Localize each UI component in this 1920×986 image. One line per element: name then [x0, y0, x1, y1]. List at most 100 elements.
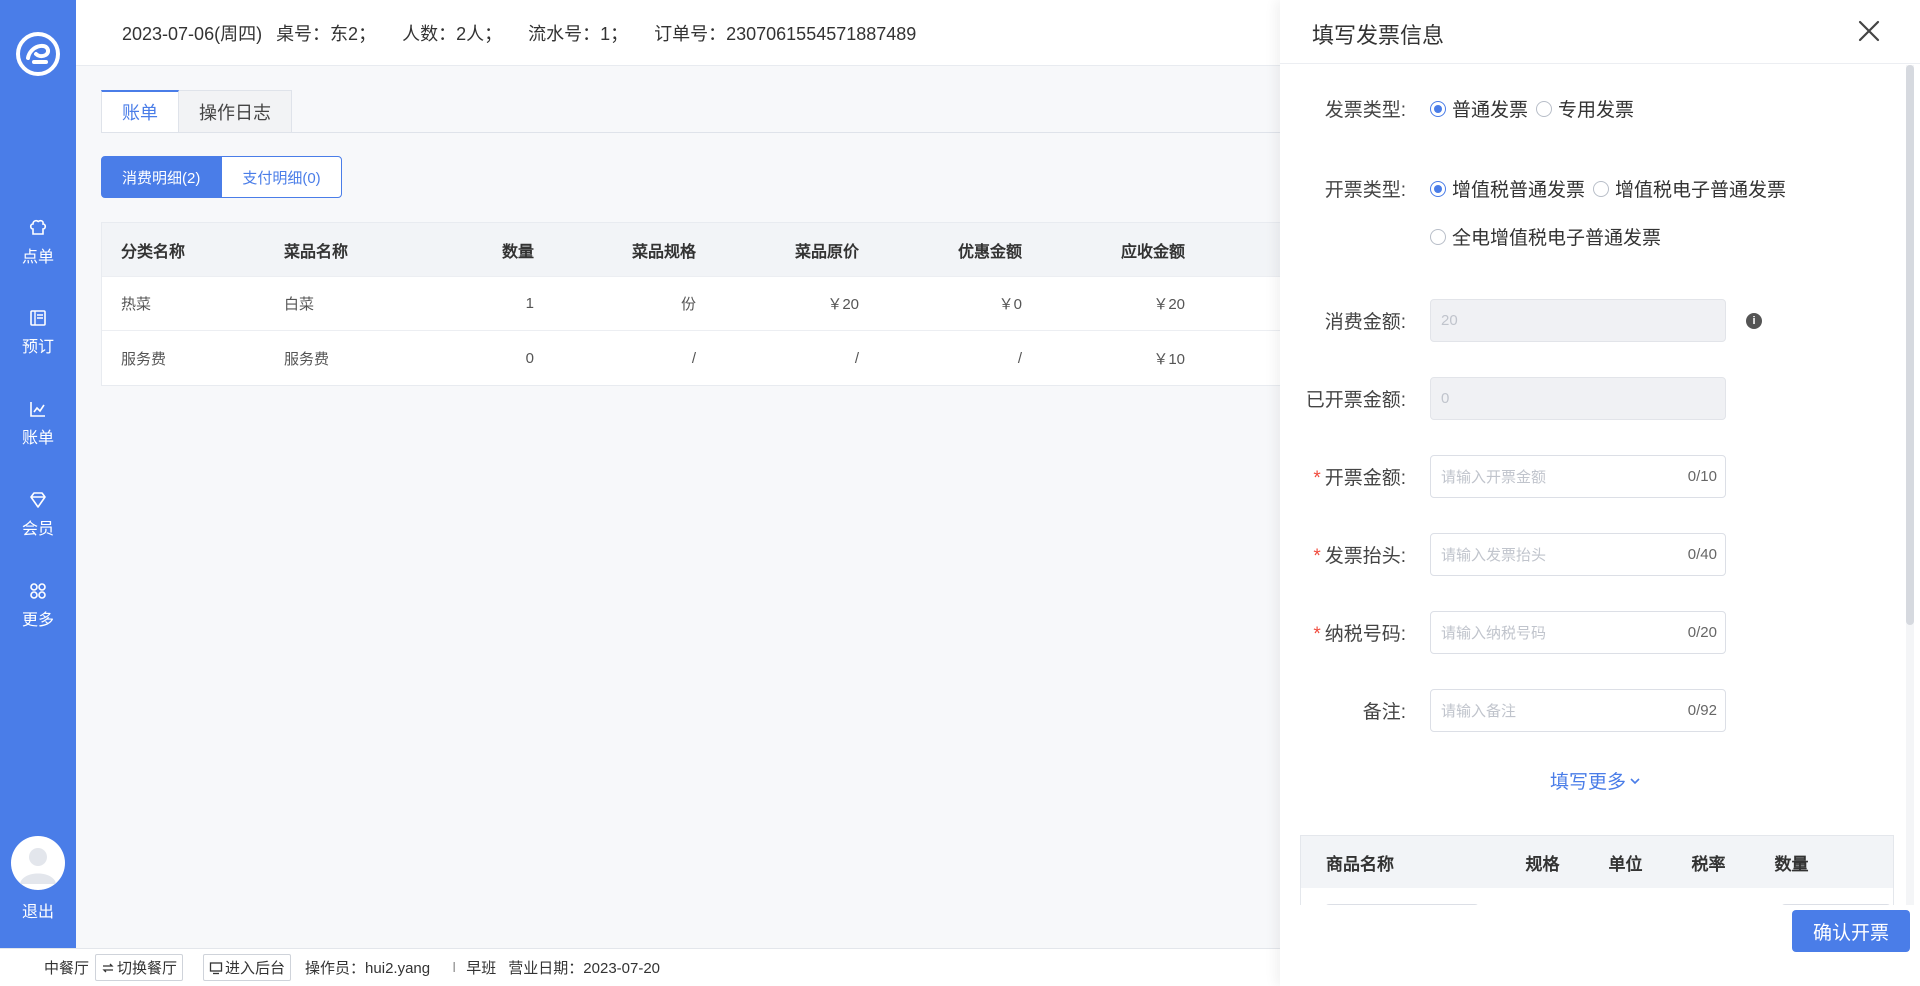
radio-vat-electronic[interactable]: 增值税电子普通发票: [1593, 175, 1786, 202]
fill-more-link[interactable]: 填写更多: [1550, 767, 1642, 794]
invoice-title-row: * 发票抬头: 请输入发票抬头 0/40: [1280, 533, 1900, 576]
invoiced-amount-row: 已开票金额: 0: [1280, 377, 1900, 420]
input-placeholder: 请输入纳税号码: [1441, 625, 1547, 642]
table-cell: /: [854, 349, 859, 367]
sidebar-item-label: 账单: [21, 429, 54, 447]
chevron-down-icon: [1630, 777, 1640, 784]
invoice-type-label: 发票类型:: [1324, 100, 1406, 121]
column-header: 商品名称: [1326, 854, 1394, 874]
consume-amount-field: 20: [1430, 299, 1726, 342]
char-counter: 0/20: [1687, 624, 1717, 641]
invoice-title-input[interactable]: 请输入发票抬头 0/40: [1430, 533, 1726, 576]
diamond-icon: [30, 491, 46, 508]
goods-table-header: 商品名称 规格 单位 税率 数量: [1301, 836, 1893, 888]
radio-unchecked-icon: [1430, 228, 1446, 245]
invoiced-amount-field: 0: [1430, 377, 1726, 420]
invoice-type-row: 发票类型: 普通发票 专用发票: [1280, 95, 1900, 122]
invoiced-amount-value: 0: [1441, 390, 1450, 407]
drawer-title: 填写发票信息: [1312, 23, 1445, 48]
consume-table: 分类名称 菜品名称 数量 菜品规格 菜品原价 优惠金额 应收金额 热菜 白菜 1…: [101, 222, 1280, 386]
goods-name-input[interactable]: [1325, 904, 1479, 905]
column-header: 菜品规格: [631, 243, 696, 261]
input-placeholder: 请输入备注: [1441, 703, 1517, 720]
radio-unchecked-icon: [1536, 100, 1553, 117]
order-info-bar: 2023-07-06(周四) 桌号：东2； 人数：2人； 流水号：1； 订单号：…: [76, 0, 1280, 66]
radio-full-digital-vat[interactable]: 全电增值税电子普通发票: [1430, 223, 1661, 250]
scrollbar-thumb[interactable]: [1906, 65, 1914, 625]
tax-number-input[interactable]: 请输入纳税号码 0/20: [1430, 611, 1726, 654]
sidebar-item-more[interactable]: 更多: [0, 575, 76, 635]
invoice-type-radio-group: 普通发票 专用发票: [1430, 95, 1642, 122]
info-icon[interactable]: i: [1746, 312, 1762, 329]
radio-checked-icon: [1430, 180, 1446, 197]
people-count: 人数：2人；: [402, 23, 503, 44]
sidebar-item-bill[interactable]: 账单: [0, 393, 76, 453]
logout-button[interactable]: 退出: [0, 898, 76, 922]
goods-quantity-input[interactable]: [1781, 904, 1891, 905]
radio-vat-normal[interactable]: 增值税普通发票: [1430, 175, 1585, 202]
confirm-invoice-button[interactable]: 确认开票: [1792, 910, 1910, 952]
input-placeholder: 请输入发票抬头: [1441, 547, 1547, 564]
operator-info: 操作员：hui2.yang: [305, 960, 431, 977]
hall-name: 中餐厅: [44, 960, 90, 977]
switch-restaurant-label: 切换餐厅: [117, 960, 178, 977]
book-icon: [30, 309, 46, 326]
table-cell: 0: [525, 349, 534, 367]
switch-restaurant-button[interactable]: 切换餐厅: [95, 954, 184, 981]
enter-backend-button[interactable]: 进入后台: [203, 954, 292, 981]
user-icon: [20, 848, 56, 884]
radio-checked-icon: [1430, 100, 1446, 117]
shift-info: 早班: [466, 960, 497, 977]
table-row[interactable]: 热菜 白菜 1 份 ￥20 ￥0 ￥20: [102, 277, 1280, 331]
consume-amount-value: 20: [1441, 312, 1458, 329]
issue-type-row-2: 全电增值税电子普通发票: [1280, 223, 1900, 250]
remark-input[interactable]: 请输入备注 0/92: [1430, 689, 1726, 732]
order-number: 订单号：2307061554571887489: [654, 23, 917, 44]
business-date: 营业日期：2023-07-20: [508, 960, 661, 977]
radio-label: 增值税普通发票: [1452, 180, 1586, 201]
drawer-scrollbar[interactable]: [1906, 65, 1914, 905]
input-placeholder: 请输入开票金额: [1441, 469, 1547, 486]
app-logo-icon: [16, 32, 60, 76]
column-header: 税率: [1691, 854, 1726, 874]
radio-special-invoice[interactable]: 专用发票: [1536, 95, 1634, 122]
sidebar-item-label: 更多: [21, 611, 54, 629]
tab-bill[interactable]: 账单: [101, 90, 179, 133]
table-cell: /: [691, 349, 696, 367]
issue-type-radio-group: 增值税普通发票 增值税电子普通发票: [1430, 175, 1794, 202]
invoice-amount-row: * 开票金额: 请输入开票金额 0/10: [1280, 455, 1900, 498]
column-header: 菜品名称: [284, 243, 349, 261]
table-row[interactable]: 服务费 服务费 0 / / / ￥10: [102, 331, 1280, 385]
radio-unchecked-icon: [1593, 180, 1610, 197]
radio-label: 全电增值税电子普通发票: [1452, 228, 1662, 249]
tax-number-label: 纳税号码:: [1324, 624, 1406, 645]
table-cell: 1: [525, 295, 534, 312]
order-date: 2023-07-06(周四): [122, 23, 263, 44]
remark-row: 备注: 请输入备注 0/92: [1280, 689, 1900, 732]
chart-icon: [30, 401, 45, 417]
radio-label: 增值税电子普通发票: [1615, 180, 1787, 201]
avatar[interactable]: [11, 836, 65, 890]
invoice-amount-input[interactable]: 请输入开票金额 0/10: [1430, 455, 1726, 498]
column-header: 单位: [1608, 854, 1643, 874]
enter-backend-label: 进入后台: [225, 960, 286, 977]
column-header: 优惠金额: [957, 243, 1022, 261]
invoiced-amount-label: 已开票金额:: [1305, 390, 1406, 411]
invoice-drawer: 填写发票信息 发票类型: 普通发票 专用发票 开票类型: 增值税普通发票 增值税…: [1280, 0, 1920, 986]
sidebar-item-member[interactable]: 会员: [0, 484, 76, 544]
char-counter: 0/10: [1687, 468, 1717, 485]
table-cell: 服务费: [284, 350, 330, 368]
subtab-consume-detail[interactable]: 消费明细(2): [101, 156, 222, 198]
tabs-divider: [101, 132, 1280, 133]
sidebar-item-label: 点单: [21, 248, 54, 266]
remark-label: 备注:: [1362, 702, 1406, 723]
table-cell: 服务费: [121, 350, 167, 368]
radio-normal-invoice[interactable]: 普通发票: [1430, 95, 1528, 122]
tab-operation-log[interactable]: 操作日志: [179, 90, 292, 133]
sidebar-item-reserve[interactable]: 预订: [0, 302, 76, 362]
invoice-title-label: 发票抬头:: [1324, 546, 1406, 567]
sidebar-item-order[interactable]: 点单: [0, 212, 76, 272]
close-button[interactable]: [1854, 16, 1884, 46]
close-icon: [1858, 20, 1880, 42]
subtab-payment-detail[interactable]: 支付明细(0): [221, 156, 342, 198]
